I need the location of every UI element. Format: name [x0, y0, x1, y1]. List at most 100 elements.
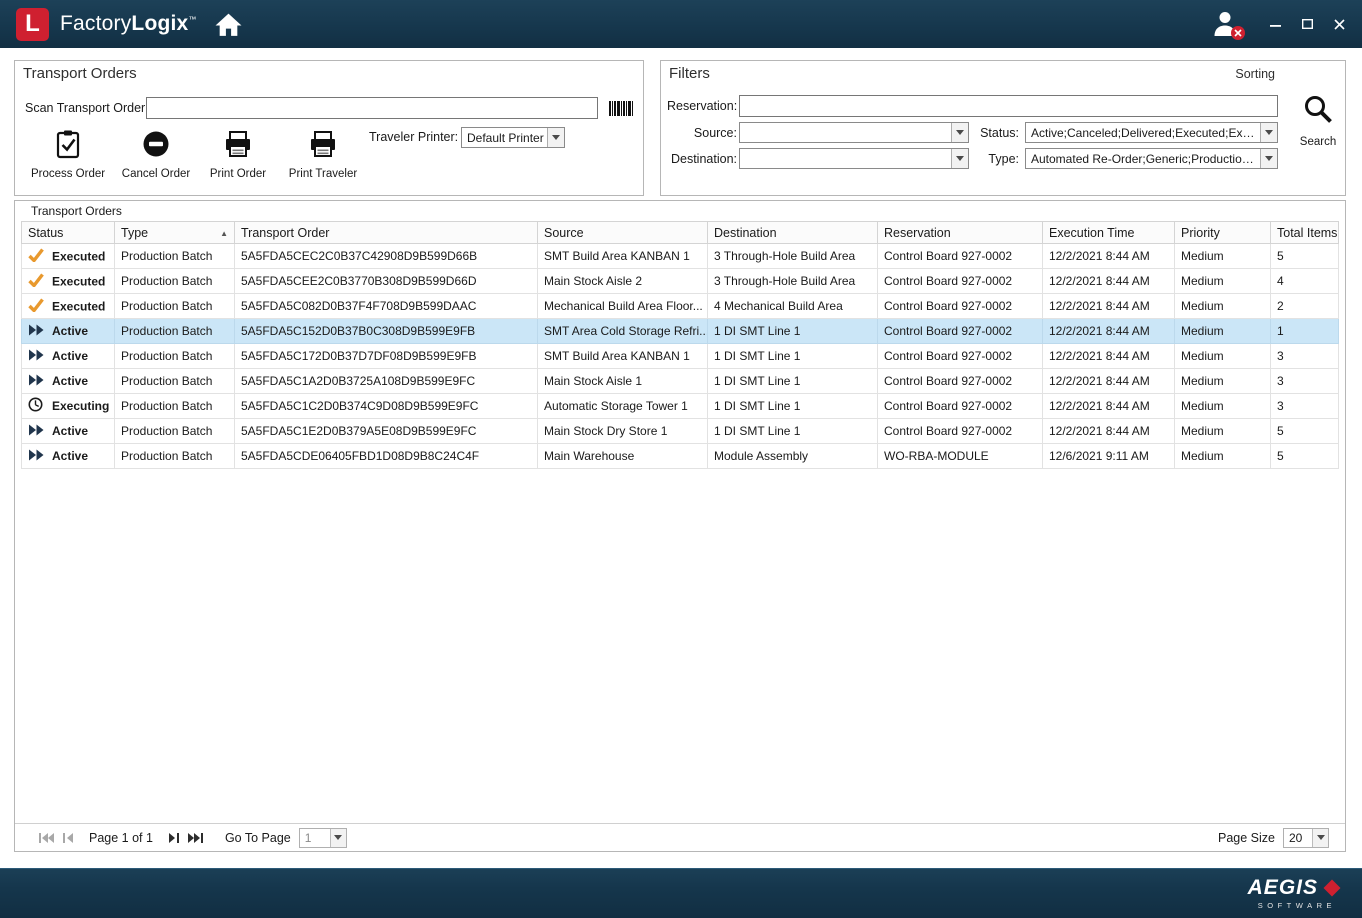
cell-destination[interactable]: 1 DI SMT Line 1: [708, 344, 878, 369]
cell-status[interactable]: Executed: [22, 244, 115, 269]
table-row[interactable]: ActiveProduction Batch5A5FDA5C152D0B37B0…: [22, 319, 1339, 344]
cell-transport-order[interactable]: 5A5FDA5C1A2D0B3725A108D9B599E9FC: [235, 369, 538, 394]
cell-source[interactable]: SMT Build Area KANBAN 1: [538, 244, 708, 269]
column-header-status[interactable]: Status: [22, 222, 115, 244]
cancel-order-button[interactable]: Cancel Order: [119, 127, 193, 182]
source-select[interactable]: [739, 122, 969, 143]
cell-reservation[interactable]: Control Board 927-0002: [878, 319, 1043, 344]
cell-total-items[interactable]: 5: [1271, 419, 1339, 444]
cell-type[interactable]: Production Batch: [115, 269, 235, 294]
cell-status[interactable]: Executing: [22, 394, 115, 419]
destination-select[interactable]: [739, 148, 969, 169]
cell-source[interactable]: SMT Build Area KANBAN 1: [538, 344, 708, 369]
cell-transport-order[interactable]: 5A5FDA5CDE06405FBD1D08D9B8C24C4F: [235, 444, 538, 469]
cell-destination[interactable]: 1 DI SMT Line 1: [708, 394, 878, 419]
cell-type[interactable]: Production Batch: [115, 344, 235, 369]
cell-priority[interactable]: Medium: [1175, 319, 1271, 344]
cell-priority[interactable]: Medium: [1175, 444, 1271, 469]
process-order-button[interactable]: Process Order: [29, 127, 107, 182]
cell-priority[interactable]: Medium: [1175, 369, 1271, 394]
cell-execution-time[interactable]: 12/2/2021 8:44 AM: [1043, 369, 1175, 394]
cell-source[interactable]: Mechanical Build Area Floor...: [538, 294, 708, 319]
traveler-printer-select[interactable]: Default Printer: [461, 127, 565, 148]
cell-reservation[interactable]: Control Board 927-0002: [878, 269, 1043, 294]
cell-transport-order[interactable]: 5A5FDA5C082D0B37F4F708D9B599DAAC: [235, 294, 538, 319]
column-header-destination[interactable]: Destination: [708, 222, 878, 244]
cell-destination[interactable]: 1 DI SMT Line 1: [708, 419, 878, 444]
minimize-icon[interactable]: [1268, 17, 1282, 31]
cell-destination[interactable]: Module Assembly: [708, 444, 878, 469]
cell-transport-order[interactable]: 5A5FDA5C1C2D0B374C9D08D9B599E9FC: [235, 394, 538, 419]
cell-transport-order[interactable]: 5A5FDA5C1E2D0B379A5E08D9B599E9FC: [235, 419, 538, 444]
column-header-transport-order[interactable]: Transport Order: [235, 222, 538, 244]
cell-destination[interactable]: 1 DI SMT Line 1: [708, 369, 878, 394]
column-header-execution-time[interactable]: Execution Time: [1043, 222, 1175, 244]
cell-destination[interactable]: 3 Through-Hole Build Area: [708, 244, 878, 269]
column-header-reservation[interactable]: Reservation: [878, 222, 1043, 244]
table-row[interactable]: ActiveProduction Batch5A5FDA5C172D0B37D7…: [22, 344, 1339, 369]
cell-transport-order[interactable]: 5A5FDA5CEE2C0B3770B308D9B599D66D: [235, 269, 538, 294]
print-order-button[interactable]: Print Order: [205, 127, 271, 182]
maximize-icon[interactable]: [1300, 17, 1314, 31]
table-row[interactable]: ExecutedProduction Batch5A5FDA5CEE2C0B37…: [22, 269, 1339, 294]
cell-destination[interactable]: 3 Through-Hole Build Area: [708, 269, 878, 294]
cell-source[interactable]: SMT Area Cold Storage Refri...: [538, 319, 708, 344]
cell-status[interactable]: Active: [22, 319, 115, 344]
table-row[interactable]: ActiveProduction Batch5A5FDA5CDE06405FBD…: [22, 444, 1339, 469]
column-header-priority[interactable]: Priority: [1175, 222, 1271, 244]
cell-type[interactable]: Production Batch: [115, 319, 235, 344]
print-traveler-button[interactable]: Print Traveler: [283, 127, 363, 182]
cell-type[interactable]: Production Batch: [115, 294, 235, 319]
cell-transport-order[interactable]: 5A5FDA5C172D0B37D7DF08D9B599E9FB: [235, 344, 538, 369]
home-icon[interactable]: [215, 12, 242, 37]
cell-execution-time[interactable]: 12/6/2021 9:11 AM: [1043, 444, 1175, 469]
cell-destination[interactable]: 1 DI SMT Line 1: [708, 319, 878, 344]
user-account-icon[interactable]: [1212, 10, 1240, 38]
cell-transport-order[interactable]: 5A5FDA5C152D0B37B0C308D9B599E9FB: [235, 319, 538, 344]
type-select[interactable]: Automated Re-Order;Generic;Production...: [1025, 148, 1278, 169]
table-row[interactable]: ActiveProduction Batch5A5FDA5C1A2D0B3725…: [22, 369, 1339, 394]
table-row[interactable]: ExecutedProduction Batch5A5FDA5CEC2C0B37…: [22, 244, 1339, 269]
cell-total-items[interactable]: 3: [1271, 369, 1339, 394]
table-row[interactable]: ExecutedProduction Batch5A5FDA5C082D0B37…: [22, 294, 1339, 319]
cell-reservation[interactable]: Control Board 927-0002: [878, 294, 1043, 319]
reservation-input[interactable]: [739, 95, 1278, 117]
cell-source[interactable]: Main Stock Aisle 1: [538, 369, 708, 394]
cell-type[interactable]: Production Batch: [115, 244, 235, 269]
cell-reservation[interactable]: Control Board 927-0002: [878, 244, 1043, 269]
cell-destination[interactable]: 4 Mechanical Build Area: [708, 294, 878, 319]
cell-total-items[interactable]: 1: [1271, 319, 1339, 344]
cell-total-items[interactable]: 4: [1271, 269, 1339, 294]
scan-transport-order-input[interactable]: [146, 97, 598, 119]
cell-reservation[interactable]: Control Board 927-0002: [878, 394, 1043, 419]
cell-source[interactable]: Automatic Storage Tower 1: [538, 394, 708, 419]
cell-priority[interactable]: Medium: [1175, 244, 1271, 269]
cell-source[interactable]: Main Stock Dry Store 1: [538, 419, 708, 444]
cell-reservation[interactable]: WO-RBA-MODULE: [878, 444, 1043, 469]
cell-total-items[interactable]: 3: [1271, 344, 1339, 369]
page-size-select[interactable]: 20: [1283, 828, 1329, 848]
cell-source[interactable]: Main Warehouse: [538, 444, 708, 469]
cell-priority[interactable]: Medium: [1175, 269, 1271, 294]
sorting-link[interactable]: Sorting: [1235, 67, 1275, 81]
close-icon[interactable]: [1332, 17, 1346, 31]
cell-priority[interactable]: Medium: [1175, 419, 1271, 444]
cell-execution-time[interactable]: 12/2/2021 8:44 AM: [1043, 244, 1175, 269]
cell-reservation[interactable]: Control Board 927-0002: [878, 369, 1043, 394]
cell-status[interactable]: Active: [22, 369, 115, 394]
cell-total-items[interactable]: 3: [1271, 394, 1339, 419]
column-header-source[interactable]: Source: [538, 222, 708, 244]
cell-total-items[interactable]: 2: [1271, 294, 1339, 319]
cell-priority[interactable]: Medium: [1175, 344, 1271, 369]
table-row[interactable]: ExecutingProduction Batch5A5FDA5C1C2D0B3…: [22, 394, 1339, 419]
cell-execution-time[interactable]: 12/2/2021 8:44 AM: [1043, 394, 1175, 419]
pager-last-button[interactable]: [185, 828, 207, 848]
column-header-type[interactable]: Type▲: [115, 222, 235, 244]
cell-type[interactable]: Production Batch: [115, 419, 235, 444]
cell-status[interactable]: Active: [22, 344, 115, 369]
cell-type[interactable]: Production Batch: [115, 394, 235, 419]
pager-next-button[interactable]: [163, 828, 185, 848]
barcode-icon[interactable]: [609, 101, 633, 121]
status-select[interactable]: Active;Canceled;Delivered;Executed;Exec.…: [1025, 122, 1278, 143]
cell-execution-time[interactable]: 12/2/2021 8:44 AM: [1043, 419, 1175, 444]
